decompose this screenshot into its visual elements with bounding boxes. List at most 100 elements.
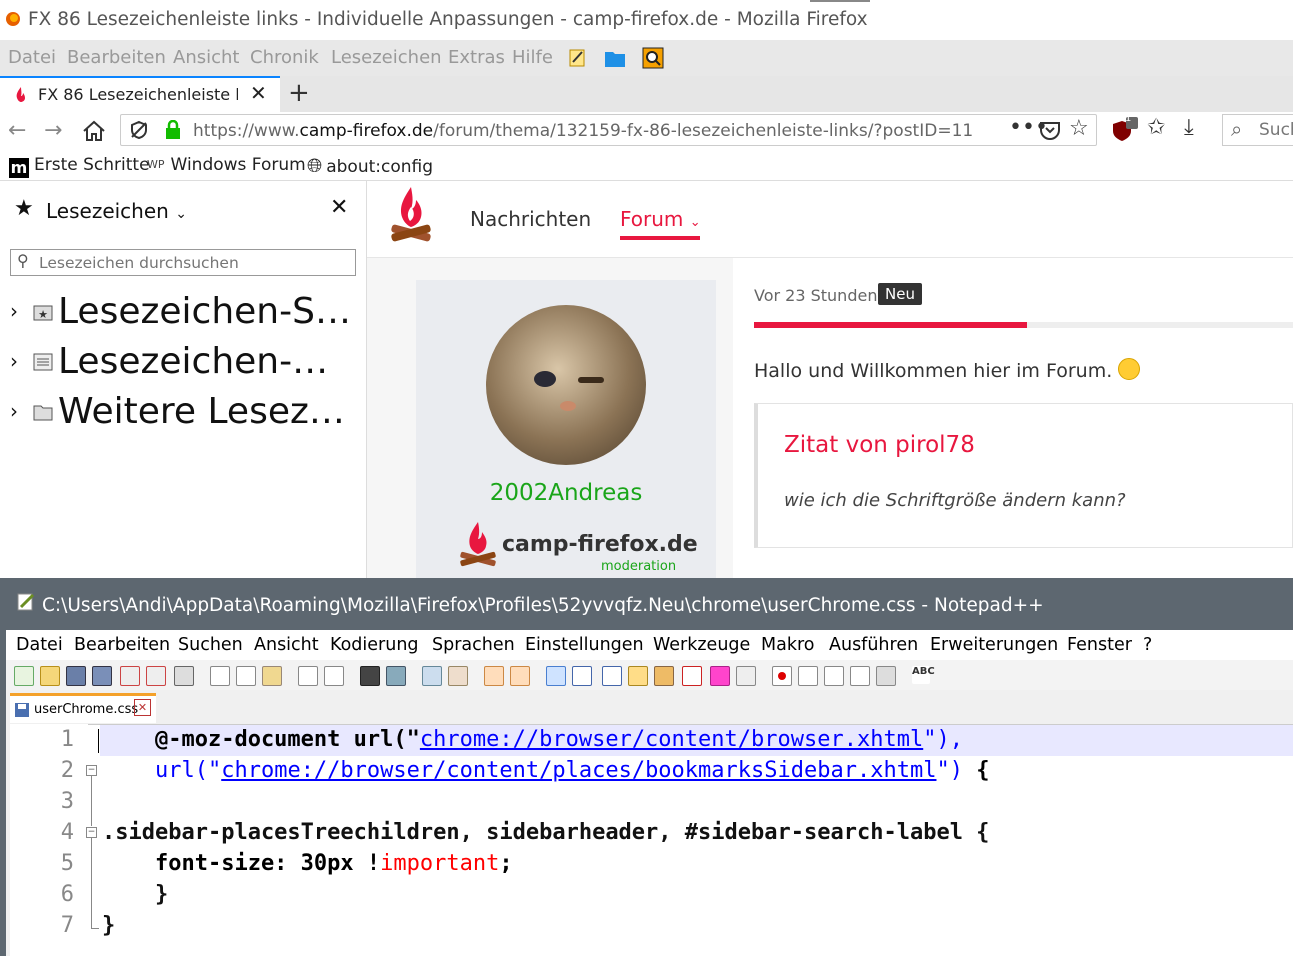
quote-title[interactable]: Zitat von pirol78	[784, 432, 975, 458]
sync-horizontal-icon[interactable]	[510, 666, 530, 686]
download-icon[interactable]: ⤓	[1184, 115, 1194, 140]
sync-vertical-icon[interactable]	[484, 666, 504, 686]
tab-close-icon[interactable]: ✕	[250, 81, 267, 105]
url-bar[interactable]: https://www.camp-firefox.de/forum/thema/…	[120, 114, 1097, 146]
npp-menu-einstellungen[interactable]: Einstellungen	[525, 635, 644, 655]
npp-menu-datei[interactable]: Datei	[16, 635, 63, 655]
npp-menu-sprachen[interactable]: Sprachen	[432, 635, 515, 655]
new-file-icon[interactable]	[14, 666, 34, 686]
site-logo-icon[interactable]	[389, 185, 433, 249]
npp-menu-ansicht[interactable]: Ansicht	[254, 635, 319, 655]
print-icon[interactable]	[174, 666, 194, 686]
menu-datei[interactable]: Datei	[8, 47, 56, 68]
ublock-icon[interactable]	[1110, 117, 1138, 145]
search-tool-icon[interactable]	[642, 47, 664, 69]
show-all-chars-icon[interactable]	[572, 666, 592, 686]
open-file-icon[interactable]	[40, 666, 60, 686]
npp-menu-werkzeuge[interactable]: Werkzeuge	[653, 635, 750, 655]
tree-item-other[interactable]: › Weitere Lesezeichen	[0, 391, 366, 441]
monitoring-icon[interactable]	[736, 666, 756, 686]
menu-bearbeiten[interactable]: Bearbeiten	[67, 47, 166, 68]
stop-macro-icon[interactable]	[798, 666, 818, 686]
npp-menu-help[interactable]: ?	[1143, 635, 1152, 655]
close-file-icon[interactable]	[120, 666, 140, 686]
file-tab-close-icon[interactable]: ✕	[134, 699, 151, 716]
folder-workspace-icon[interactable]	[710, 666, 730, 686]
fold-toggle-icon[interactable]: −	[86, 827, 97, 838]
record-macro-icon[interactable]	[772, 666, 792, 686]
code-url-link[interactable]: chrome://browser/content/browser.xhtml	[420, 727, 923, 752]
nav-nachrichten[interactable]: Nachrichten	[470, 207, 591, 231]
find-icon[interactable]	[360, 666, 380, 686]
bookmark-star-icon[interactable]: ☆	[1069, 116, 1089, 141]
tree-item-menu[interactable]: › Lesezeichen-Menü	[0, 341, 366, 391]
udl-icon[interactable]	[628, 666, 648, 686]
npp-menu-erweiterungen[interactable]: Erweiterungen	[930, 635, 1058, 655]
copy-icon[interactable]	[236, 666, 256, 686]
close-all-icon[interactable]	[146, 666, 166, 686]
forward-icon[interactable]: →	[44, 118, 62, 143]
post-time[interactable]: Vor 23 Stunden	[754, 286, 877, 305]
npp-menu-fenster[interactable]: Fenster	[1067, 635, 1132, 655]
pocket-icon[interactable]	[1039, 120, 1061, 140]
menu-lesezeichen[interactable]: Lesezeichen	[331, 47, 442, 68]
code-line-4: .sidebar-placesTreechildren, sidebarhead…	[102, 820, 990, 845]
save-all-icon[interactable]	[92, 666, 112, 686]
sidebar-search[interactable]: ⚲	[10, 249, 356, 276]
new-tab-icon[interactable]: +	[288, 78, 310, 108]
save-icon[interactable]	[66, 666, 86, 686]
chevron-right-icon[interactable]: ›	[10, 299, 18, 323]
npp-menu-kodierung[interactable]: Kodierung	[330, 635, 419, 655]
sidebar-close-icon[interactable]: ✕	[330, 195, 348, 220]
tracking-protection-icon[interactable]	[129, 120, 149, 140]
tree-item-toolbar[interactable]: › ★ Lesezeichen-Symbolleiste	[0, 291, 366, 341]
file-tab[interactable]: userChrome.css ✕	[10, 693, 156, 723]
cut-icon[interactable]	[210, 666, 230, 686]
search-box[interactable]: ⌕ Such	[1222, 114, 1293, 146]
sidebar-header[interactable]: Lesezeichen ⌄	[46, 199, 187, 223]
lock-icon[interactable]	[165, 120, 181, 140]
indent-guide-icon[interactable]	[602, 666, 622, 686]
author-name[interactable]: 2002Andreas	[416, 480, 716, 506]
bookmark-about-config[interactable]: 🌐︎ about:config	[307, 155, 433, 177]
doc-map-icon[interactable]	[654, 666, 674, 686]
npp-menu-bearbeiten[interactable]: Bearbeiten	[74, 635, 170, 655]
tab-active[interactable]: FX 86 Lesezeichenleiste links ✕	[0, 76, 280, 112]
fold-toggle-icon[interactable]: −	[86, 765, 97, 776]
avatar[interactable]	[486, 305, 646, 465]
home-icon[interactable]	[82, 120, 106, 142]
menu-folder-icon	[33, 353, 53, 371]
function-list-icon[interactable]	[682, 666, 702, 686]
zoom-out-icon[interactable]	[448, 666, 468, 686]
bookmark-erste-schritte[interactable]: m Erste Schritte	[9, 155, 150, 178]
menu-ansicht[interactable]: Ansicht	[173, 47, 239, 68]
redo-icon[interactable]	[324, 666, 344, 686]
undo-icon[interactable]	[298, 666, 318, 686]
word-wrap-icon[interactable]	[546, 666, 566, 686]
notepad-icon[interactable]	[567, 48, 587, 68]
bookmarks-menu-icon[interactable]: ✩	[1147, 115, 1165, 140]
replace-icon[interactable]	[386, 666, 406, 686]
sidebar-search-input[interactable]	[37, 253, 341, 273]
folder-icon[interactable]	[604, 48, 626, 68]
npp-menu-makro[interactable]: Makro	[761, 635, 814, 655]
nav-forum[interactable]: Forum ⌄	[620, 207, 701, 231]
menu-chronik[interactable]: Chronik	[250, 47, 319, 68]
line-number: 2	[60, 758, 74, 783]
play-macro-icon[interactable]	[824, 666, 844, 686]
menu-extras[interactable]: Extras	[448, 47, 505, 68]
spellcheck-icon[interactable]: ABC	[912, 666, 935, 684]
url-text[interactable]: https://www.camp-firefox.de/forum/thema/…	[193, 121, 1003, 141]
run-macro-multiple-icon[interactable]	[850, 666, 870, 686]
back-icon[interactable]: ←	[8, 118, 26, 143]
paste-icon[interactable]	[262, 666, 282, 686]
code-url-link[interactable]: chrome://browser/content/places/bookmark…	[221, 758, 936, 783]
npp-menu-ausfuehren[interactable]: Ausführen	[829, 635, 918, 655]
bookmark-windows-forum[interactable]: WP Windows Forum	[147, 155, 306, 175]
chevron-right-icon[interactable]: ›	[10, 399, 18, 423]
chevron-right-icon[interactable]: ›	[10, 349, 18, 373]
zoom-in-icon[interactable]	[422, 666, 442, 686]
menu-hilfe[interactable]: Hilfe	[512, 47, 553, 68]
npp-menu-suchen[interactable]: Suchen	[178, 635, 243, 655]
save-macro-icon[interactable]	[876, 666, 896, 686]
